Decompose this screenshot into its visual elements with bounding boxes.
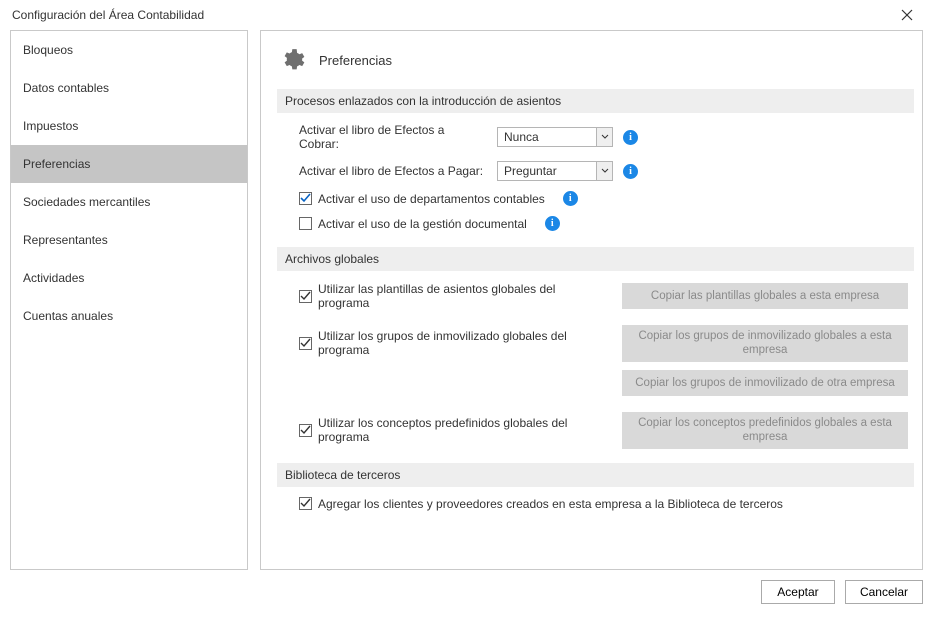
section-header-archivos: Archivos globales: [277, 247, 914, 271]
close-button[interactable]: [887, 3, 927, 27]
sidebar-item-representantes[interactable]: Representantes: [11, 221, 247, 259]
biblioteca-checkbox[interactable]: [299, 497, 312, 510]
section-header-procesos: Procesos enlazados con la introducción d…: [277, 89, 914, 113]
info-icon[interactable]: i: [623, 164, 638, 179]
close-icon: [901, 9, 913, 21]
copy-conceptos-button: Copiar los conceptos predefinidos global…: [622, 412, 908, 449]
sidebar-item-preferencias[interactable]: Preferencias: [11, 145, 247, 183]
sidebar-item-impuestos[interactable]: Impuestos: [11, 107, 247, 145]
info-icon[interactable]: i: [623, 130, 638, 145]
sidebar-item-datos-contables[interactable]: Datos contables: [11, 69, 247, 107]
pagar-combo[interactable]: Preguntar: [497, 161, 613, 181]
cobrar-combo-value: Nunca: [498, 128, 596, 146]
plantillas-label: Utilizar las plantillas de asientos glob…: [318, 282, 610, 310]
inmovilizado-checkbox[interactable]: [299, 337, 312, 350]
sidebar-item-cuentas-anuales[interactable]: Cuentas anuales: [11, 297, 247, 335]
copy-inmovilizado-otra-button: Copiar los grupos de inmovilizado de otr…: [622, 370, 908, 396]
chevron-down-icon: [596, 162, 612, 180]
info-icon[interactable]: i: [563, 191, 578, 206]
chevron-down-icon: [596, 128, 612, 146]
sidebar-item-sociedades[interactable]: Sociedades mercantiles: [11, 183, 247, 221]
sidebar: Bloqueos Datos contables Impuestos Prefe…: [10, 30, 248, 570]
sidebar-item-actividades[interactable]: Actividades: [11, 259, 247, 297]
documental-label: Activar el uso de la gestión documental: [318, 217, 527, 231]
cancel-button[interactable]: Cancelar: [845, 580, 923, 604]
pagar-combo-value: Preguntar: [498, 162, 596, 180]
main-panel: Preferencias Procesos enlazados con la i…: [260, 30, 923, 570]
section-header-biblioteca: Biblioteca de terceros: [277, 463, 914, 487]
plantillas-checkbox[interactable]: [299, 290, 312, 303]
departamentos-checkbox[interactable]: [299, 192, 312, 205]
biblioteca-label: Agregar los clientes y proveedores cread…: [318, 497, 783, 511]
copy-plantillas-button: Copiar las plantillas globales a esta em…: [622, 283, 908, 309]
pagar-label: Activar el libro de Efectos a Pagar:: [299, 164, 487, 178]
conceptos-checkbox[interactable]: [299, 424, 312, 437]
cobrar-combo[interactable]: Nunca: [497, 127, 613, 147]
departamentos-label: Activar el uso de departamentos contable…: [318, 192, 545, 206]
window-title: Configuración del Área Contabilidad: [12, 8, 204, 22]
page-title: Preferencias: [319, 53, 392, 68]
inmovilizado-label: Utilizar los grupos de inmovilizado glob…: [318, 329, 610, 357]
gear-icon: [279, 47, 305, 73]
conceptos-label: Utilizar los conceptos predefinidos glob…: [318, 416, 610, 444]
sidebar-item-bloqueos[interactable]: Bloqueos: [11, 31, 247, 69]
info-icon[interactable]: i: [545, 216, 560, 231]
copy-inmovilizado-globales-button: Copiar los grupos de inmovilizado global…: [622, 325, 908, 362]
accept-button[interactable]: Aceptar: [761, 580, 835, 604]
cobrar-label: Activar el libro de Efectos a Cobrar:: [299, 123, 487, 151]
documental-checkbox[interactable]: [299, 217, 312, 230]
